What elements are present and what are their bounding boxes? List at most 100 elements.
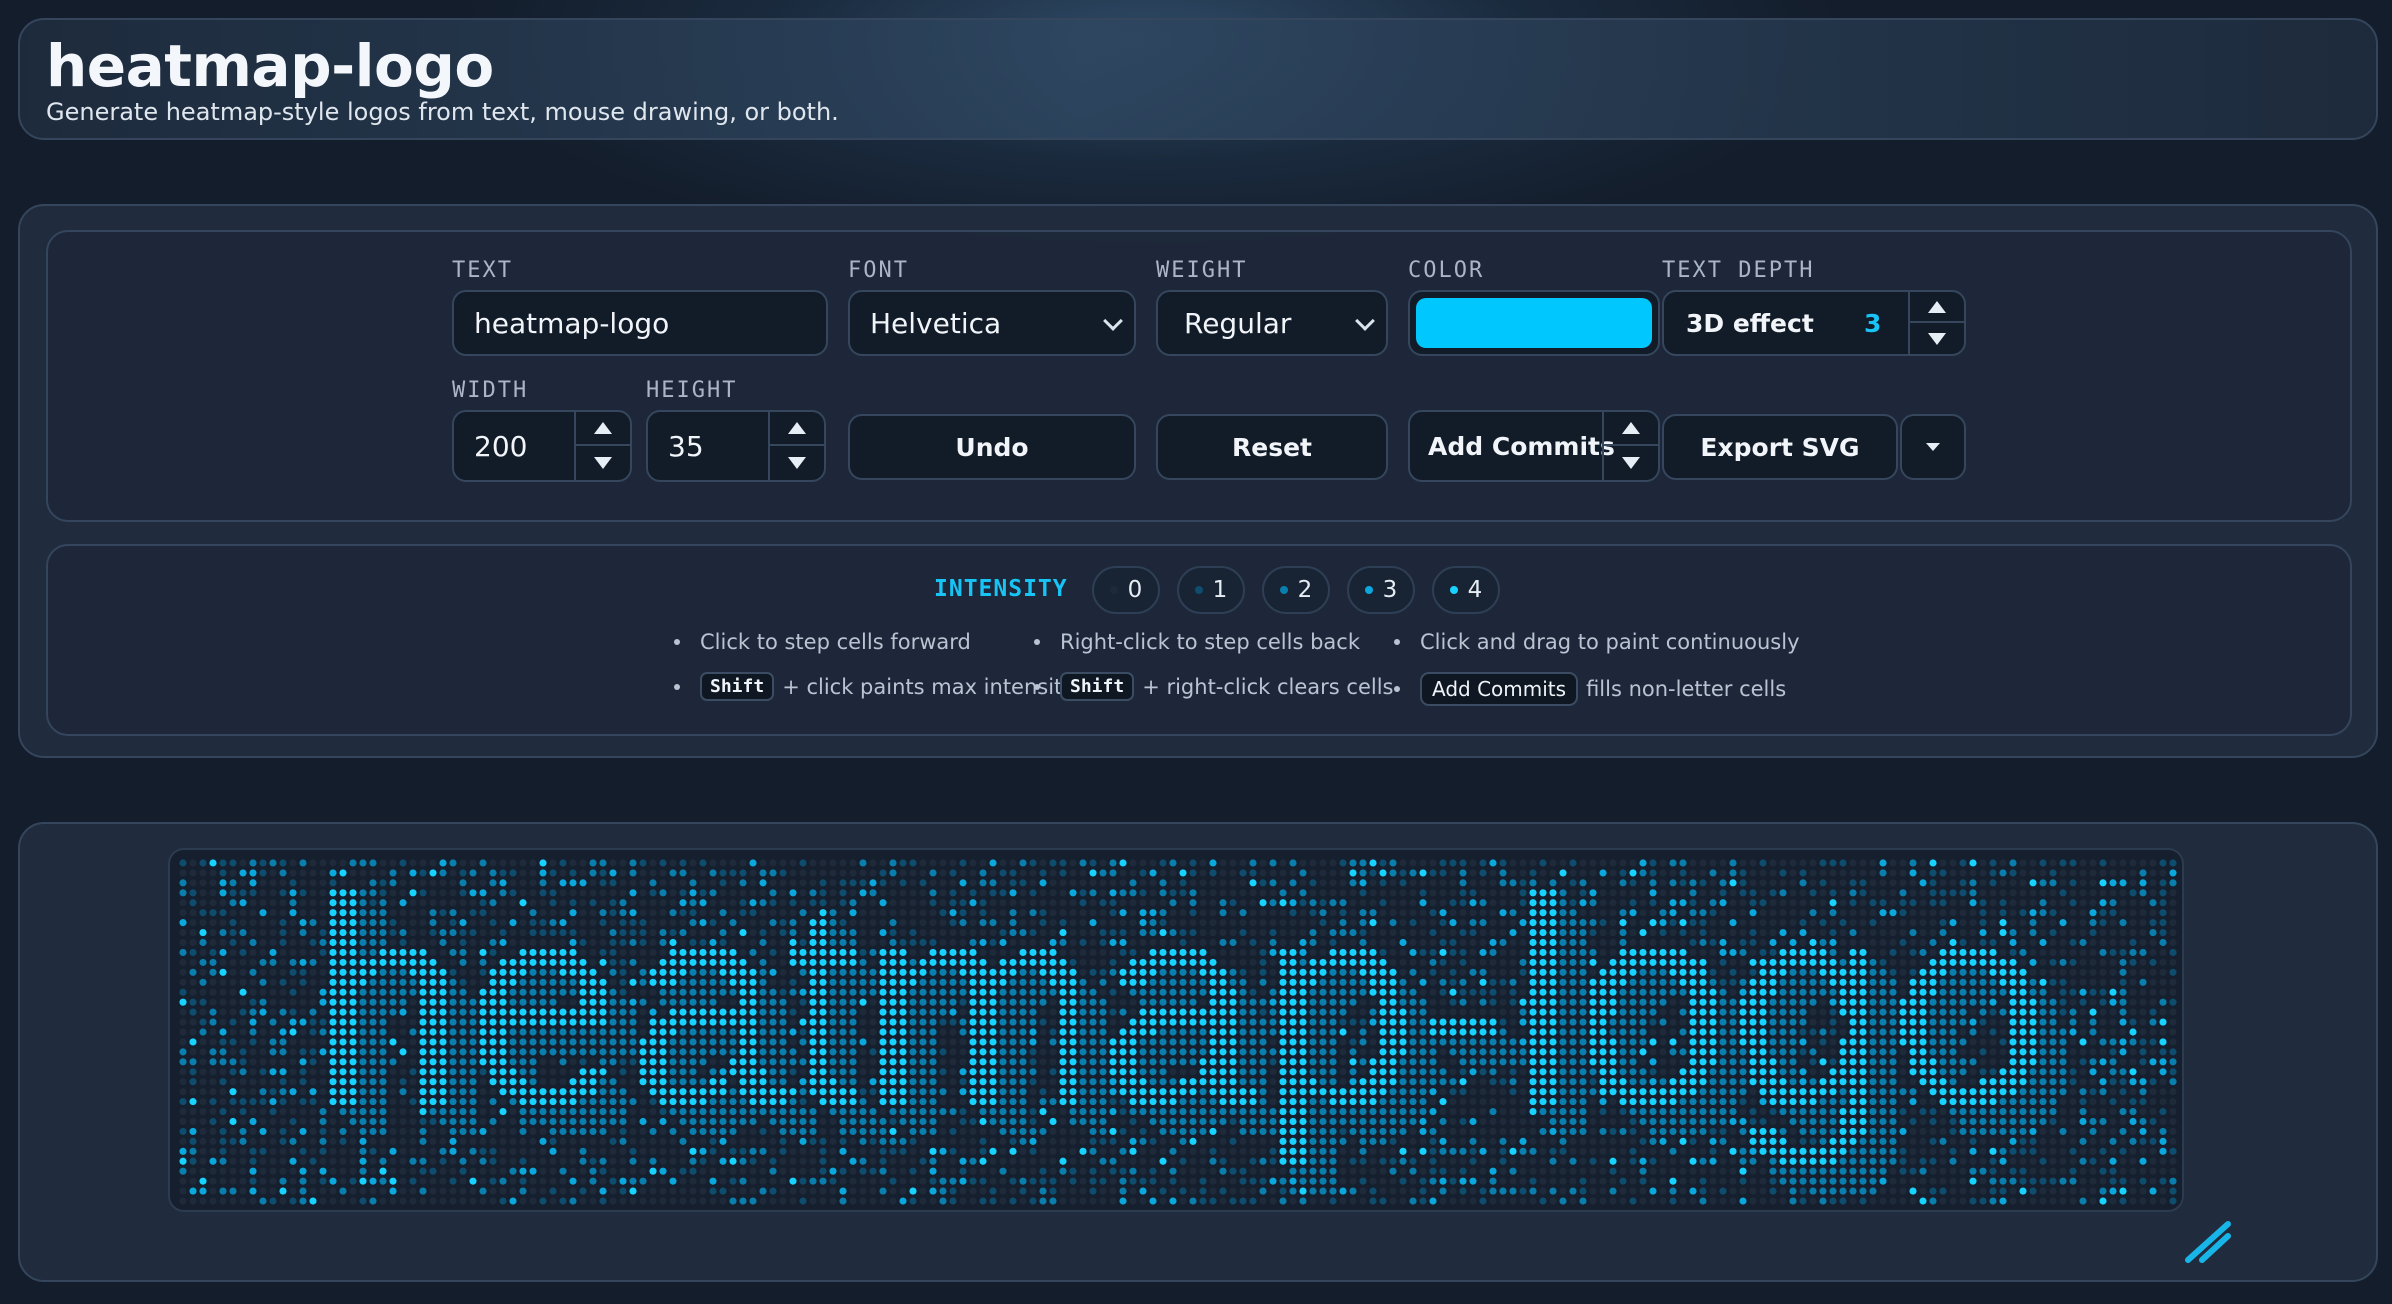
heatmap-cell[interactable] [1659,1048,1667,1056]
heatmap-cell[interactable] [1739,928,1747,937]
heatmap-cell[interactable] [2039,948,2047,957]
heatmap-cell[interactable] [499,1088,507,1096]
heatmap-cell[interactable] [2099,978,2107,986]
heatmap-cell[interactable] [679,1048,687,1056]
heatmap-cell[interactable] [179,919,187,927]
heatmap-cell[interactable] [2059,938,2067,947]
heatmap-cell[interactable] [1149,1028,1157,1036]
heatmap-cell[interactable] [769,889,777,897]
heatmap-cell[interactable] [1199,1068,1207,1076]
heatmap-cell[interactable] [1649,948,1657,957]
heatmap-cell[interactable] [1249,899,1257,907]
heatmap-cell[interactable] [1939,879,1947,887]
heatmap-cell[interactable] [729,928,737,937]
heatmap-cell[interactable] [759,879,767,887]
heatmap-cell[interactable] [1609,869,1617,877]
heatmap-cell[interactable] [1079,1028,1087,1036]
heatmap-cell[interactable] [949,899,957,907]
heatmap-cell[interactable] [1489,1028,1497,1036]
heatmap-cell[interactable] [399,978,407,986]
heatmap-cell[interactable] [519,928,527,937]
heatmap-cell[interactable] [549,938,557,947]
heatmap-cell[interactable] [389,1028,397,1036]
heatmap-cell[interactable] [1179,1088,1187,1096]
heatmap-cell[interactable] [1809,1068,1817,1076]
heatmap-cell[interactable] [1719,919,1727,927]
heatmap-cell[interactable] [389,988,397,996]
heatmap-cell[interactable] [349,1068,357,1076]
heatmap-cell[interactable] [1399,1018,1407,1026]
heatmap-cell[interactable] [1089,948,1097,957]
heatmap-cell[interactable] [1699,879,1707,887]
heatmap-cell[interactable] [219,1038,227,1046]
heatmap-cell[interactable] [989,1078,997,1086]
heatmap-cell[interactable] [2029,889,2037,897]
heatmap-cell[interactable] [339,869,347,877]
heatmap-cell[interactable] [899,1098,907,1106]
heatmap-cell[interactable] [1429,938,1437,947]
heatmap-cell[interactable] [1219,1018,1227,1026]
heatmap-cell[interactable] [489,859,497,867]
heatmap-cell[interactable] [489,958,497,966]
heatmap-cell[interactable] [1829,1078,1837,1086]
heatmap-cell[interactable] [779,1068,787,1076]
heatmap-cell[interactable] [1049,1058,1057,1066]
heatmap-cell[interactable] [1809,1028,1817,1036]
heatmap-cell[interactable] [1179,859,1187,867]
heatmap-cell[interactable] [1689,1068,1697,1076]
heatmap-cell[interactable] [1339,978,1347,986]
heatmap-cell[interactable] [279,978,287,986]
heatmap-cell[interactable] [1849,1028,1857,1036]
heatmap-cell[interactable] [1149,1068,1157,1076]
heatmap-cell[interactable] [1379,928,1387,937]
heatmap-cell[interactable] [1159,909,1167,917]
heatmap-cell[interactable] [1049,1048,1057,1056]
heatmap-cell[interactable] [1249,1058,1257,1066]
heatmap-cell[interactable] [1509,1078,1517,1086]
heatmap-cell[interactable] [1669,998,1677,1006]
heatmap-cell[interactable] [439,988,447,996]
heatmap-cell[interactable] [1759,938,1767,947]
heatmap-cell[interactable] [1969,1068,1977,1076]
heatmap-cell[interactable] [1999,859,2007,867]
heatmap-cell[interactable] [629,1058,637,1066]
heatmap-cell[interactable] [209,1068,217,1076]
heatmap-cell[interactable] [2079,1048,2087,1056]
heatmap-cell[interactable] [1069,958,1077,966]
heatmap-cell[interactable] [859,1048,867,1056]
heatmap-cell[interactable] [1319,1038,1327,1046]
heatmap-cell[interactable] [1459,968,1467,976]
heatmap-cell[interactable] [1779,978,1787,986]
heatmap-cell[interactable] [509,958,517,966]
heatmap-cell[interactable] [2039,879,2047,887]
heatmap-cell[interactable] [2139,1058,2147,1066]
heatmap-cell[interactable] [369,1068,377,1076]
heatmap-cell[interactable] [1539,1058,1547,1066]
heatmap-cell[interactable] [459,859,467,867]
heatmap-cell[interactable] [239,859,247,867]
heatmap-cell[interactable] [649,859,657,867]
heatmap-cell[interactable] [219,1068,227,1076]
heatmap-cell[interactable] [799,938,807,947]
heatmap-cell[interactable] [429,1018,437,1026]
heatmap-cell[interactable] [1229,1098,1237,1106]
heatmap-cell[interactable] [2059,919,2067,927]
heatmap-cell[interactable] [959,879,967,887]
heatmap-cell[interactable] [1569,988,1577,996]
intensity-level-1[interactable]: 1 [1177,566,1245,614]
heatmap-cell[interactable] [1379,1038,1387,1046]
heatmap-cell[interactable] [1809,1078,1817,1086]
heatmap-cell[interactable] [529,869,537,877]
heatmap-cell[interactable] [1799,1068,1807,1076]
heatmap-cell[interactable] [1779,919,1787,927]
heatmap-cell[interactable] [1229,1078,1237,1086]
heatmap-cell[interactable] [1409,1038,1417,1046]
heatmap-cell[interactable] [1369,919,1377,927]
heatmap-cell[interactable] [2009,1088,2017,1096]
heatmap-cell[interactable] [1959,1018,1967,1026]
heatmap-cell[interactable] [2159,879,2167,887]
heatmap-cell[interactable] [1919,968,1927,976]
heatmap-cell[interactable] [739,919,747,927]
heatmap-cell[interactable] [2049,938,2057,947]
heatmap-cell[interactable] [1309,928,1317,937]
